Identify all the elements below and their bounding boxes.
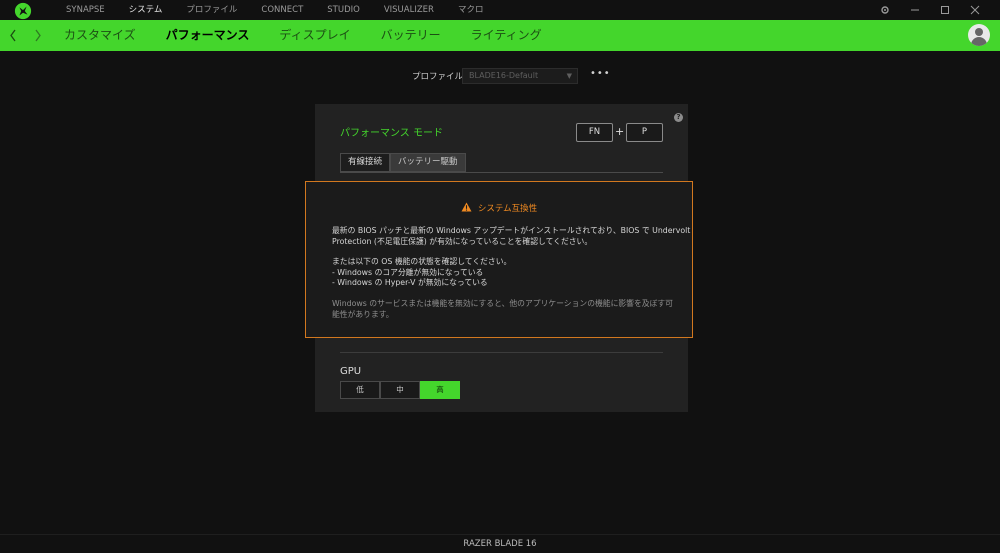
chevron-right-icon[interactable] [34,20,42,51]
top-nav-synapse[interactable]: SYNAPSE [66,0,105,20]
tab-display[interactable]: ディスプレイ [279,20,350,51]
top-nav-studio[interactable]: STUDIO [327,0,360,20]
gpu-option-medium[interactable]: 中 [380,381,420,399]
gpu-label: GPU [340,366,362,377]
gpu-option-high[interactable]: 高 [420,381,460,399]
shortcut-plus: + [615,125,625,138]
top-nav-macro[interactable]: マクロ [458,0,484,20]
dialog-title: システム互換性 [477,204,538,214]
dialog-note: Windows のサービスまたは機能を無効にすると、他のアプリケーションの機能に… [332,298,673,319]
system-compatibility-dialog: システム互換性 最新の BIOS パッチと最新の Windows アップデートが… [305,181,693,338]
window-controls [870,0,990,20]
dialog-line-1: 最新の BIOS パッチと最新の Windows アップデートがインストールされ… [332,226,691,235]
profile-dropdown[interactable]: BLADE16-Default ▼ [462,68,578,84]
top-nav: SYNAPSE システム プロファイル CONNECT STUDIO VISUA… [66,0,507,20]
more-dots-icon[interactable]: ••• [590,68,611,79]
minimize-icon[interactable] [900,0,930,20]
sub-nav: カスタマイズ パフォーマンス ディスプレイ バッテリー ライティング [0,20,1000,51]
tab-lighting[interactable]: ライティング [471,20,542,51]
gear-icon[interactable] [870,0,900,20]
chevron-down-icon: ▼ [566,72,572,80]
top-nav-profile[interactable]: プロファイル [186,0,237,20]
dialog-spacer [332,247,677,257]
top-nav-connect[interactable]: CONNECT [261,0,303,20]
tab-plugged-in[interactable]: 有線接続 [340,153,391,172]
profile-label: プロファイル [412,72,464,82]
section-divider [340,352,663,353]
title-bar: SYNAPSE システム プロファイル CONNECT STUDIO VISUA… [0,0,1000,20]
tab-on-battery[interactable]: バッテリー駆動 [390,153,466,172]
device-name: RAZER BLADE 16 [463,539,537,549]
dialog-line-4: - Windows のコア分離が無効になっている [332,267,484,277]
dialog-spacer [332,289,677,299]
tab-performance[interactable]: パフォーマンス [166,20,250,51]
avatar-head [975,28,983,36]
maximize-icon[interactable] [930,0,960,20]
dialog-line-2: Protection (不足電圧保護) が有効になっていることを確認してください… [332,236,593,246]
sub-nav-tabs: カスタマイズ パフォーマンス ディスプレイ バッテリー ライティング [64,20,572,51]
avatar-body [971,37,987,46]
user-avatar-icon[interactable] [968,24,990,46]
chevron-left-icon[interactable] [9,20,17,51]
shortcut-key-p: P [626,123,663,142]
dialog-body: 最新の BIOS パッチと最新の Windows アップデートがインストールされ… [332,226,691,320]
razer-logo-icon[interactable] [14,2,32,20]
tab-customize[interactable]: カスタマイズ [64,20,136,51]
performance-mode-title: パフォーマンス モード [340,128,443,139]
tab-battery[interactable]: バッテリー [381,20,441,51]
top-nav-visualizer[interactable]: VISUALIZER [384,0,434,20]
tab-divider [340,172,663,173]
question-icon[interactable]: ? [674,113,683,122]
warning-triangle-icon [461,202,472,212]
power-mode-tabs: 有線接続 バッテリー駆動 [340,153,466,172]
gpu-mode-selector: 低 中 高 [340,381,460,399]
dialog-title-row: システム互換性 [306,202,692,214]
dialog-line-5: - Windows の Hyper-V が無効になっている [332,278,488,288]
gpu-option-low[interactable]: 低 [340,381,380,399]
dialog-line-3: または以下の OS 機能の状態を確認してください。 [332,257,512,267]
close-icon[interactable] [960,0,990,20]
profile-dropdown-value: BLADE16-Default [469,71,539,80]
shortcut-key-fn: FN [576,123,613,142]
top-nav-system[interactable]: システム [129,0,163,20]
status-bar: RAZER BLADE 16 [0,534,1000,553]
